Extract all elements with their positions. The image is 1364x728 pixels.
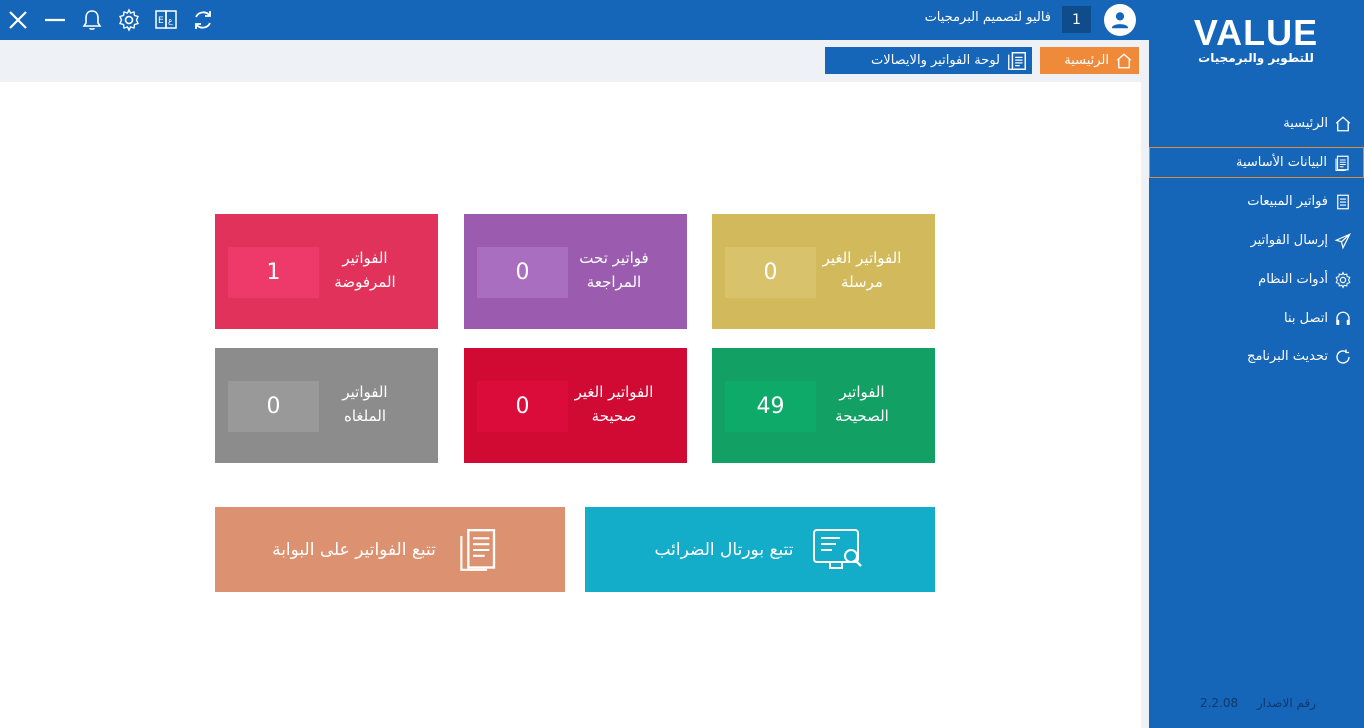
- sidebar-item-send-invoices[interactable]: إرسال الفواتير: [1149, 225, 1364, 256]
- sidebar-item-contact-us[interactable]: اتصل بنا: [1149, 303, 1364, 334]
- tile-label: الفواتير الملغاه: [342, 383, 388, 425]
- avatar[interactable]: [1104, 4, 1136, 36]
- document-icon: [1335, 155, 1349, 171]
- sidebar-item-label: اتصل بنا: [1284, 311, 1328, 326]
- invoice-icon: [1337, 194, 1349, 209]
- track-tax-portal-button[interactable]: تتبع بورتال الضرائب: [585, 507, 935, 592]
- svg-text:ع: ع: [168, 16, 173, 25]
- tile-label: الفواتير الصحيحة: [835, 383, 889, 425]
- company-name: فاليو لتصميم البرمجيات: [924, 10, 1051, 25]
- tile-count: 0: [477, 381, 568, 432]
- tile-count: 49: [725, 381, 816, 432]
- language-icon[interactable]: Eع: [152, 6, 180, 34]
- tab-dashboard[interactable]: لوحة الفواتير والايصالات: [825, 47, 1032, 74]
- tile-count: 1: [228, 247, 319, 298]
- bell-icon[interactable]: [78, 6, 106, 34]
- receipt-icon: [460, 528, 496, 571]
- sidebar-item-home[interactable]: الرئيسية: [1149, 108, 1364, 139]
- button-label: تتبع الفواتير على البوابة: [272, 539, 436, 560]
- sidebar-item-sales-invoices[interactable]: فواتير المبيعات: [1149, 186, 1364, 217]
- tile-invalid-invoices[interactable]: الفواتير الغير صحيحة 0: [464, 348, 687, 463]
- tile-under-review-invoices[interactable]: فواتير تحت المراجعة 0: [464, 214, 687, 329]
- logo: VALUE: [1193, 12, 1319, 53]
- tile-label: الفواتير الغير صحيحة: [574, 383, 654, 425]
- gear-icon[interactable]: [115, 6, 143, 34]
- tab-home[interactable]: الرئيسية: [1040, 47, 1139, 74]
- refresh-icon[interactable]: [189, 6, 217, 34]
- tile-unsent-invoices[interactable]: الفواتير الغير مرسلة 0: [712, 214, 935, 329]
- home-icon: [1116, 52, 1132, 68]
- tile-rejected-invoices[interactable]: الفواتير المرفوضة 1: [215, 214, 438, 329]
- tab-label: لوحة الفواتير والايصالات: [871, 53, 1000, 68]
- send-icon: [1334, 232, 1352, 249]
- tile-label: الفواتير المرفوضة: [334, 249, 396, 291]
- tile-label: فواتير تحت المراجعة: [579, 249, 649, 291]
- headset-icon: [1336, 311, 1350, 325]
- svg-text:E: E: [158, 16, 164, 26]
- sidebar-item-label: إرسال الفواتير: [1250, 233, 1328, 248]
- refresh-icon: [1336, 349, 1350, 364]
- minimize-icon[interactable]: [41, 6, 69, 34]
- track-gateway-button[interactable]: تتبع الفواتير على البوابة: [215, 507, 565, 592]
- tile-count: 0: [477, 247, 568, 298]
- version-label: رقم الاصدار: [1256, 696, 1316, 710]
- receipt-icon: [1008, 51, 1026, 70]
- sidebar-item-label: البيانات الأساسية: [1236, 155, 1327, 170]
- logo-subtitle: للتطوير والبرمجيات: [1198, 51, 1314, 65]
- tile-cancelled-invoices[interactable]: الفواتير الملغاه 0: [215, 348, 438, 463]
- tile-count: 0: [725, 247, 816, 298]
- user-count-badge: 1: [1062, 6, 1091, 33]
- tile-count: 0: [228, 381, 319, 432]
- version-number: 2.2.08: [1200, 696, 1239, 710]
- sidebar-item-label: الرئيسية: [1283, 116, 1328, 131]
- content-divider: [1141, 82, 1149, 728]
- home-icon: [1335, 115, 1351, 131]
- sidebar-item-update[interactable]: تحديث البرنامج: [1149, 341, 1364, 372]
- sidebar-item-label: تحديث البرنامج: [1247, 349, 1328, 364]
- monitor-search-icon: [812, 528, 862, 569]
- button-label: تتبع بورتال الضرائب: [654, 539, 794, 560]
- tile-label: الفواتير الغير مرسلة: [822, 249, 902, 291]
- sidebar-item-system-tools[interactable]: أدوات النظام: [1149, 264, 1364, 295]
- user-icon: [1111, 12, 1129, 29]
- tile-valid-invoices[interactable]: الفواتير الصحيحة 49: [712, 348, 935, 463]
- sidebar-item-label: أدوات النظام: [1258, 272, 1328, 287]
- close-icon[interactable]: [4, 6, 32, 34]
- sidebar-item-basic-data[interactable]: البيانات الأساسية: [1149, 147, 1364, 178]
- sidebar-item-label: فواتير المبيعات: [1247, 194, 1328, 209]
- tab-label: الرئيسية: [1064, 53, 1109, 68]
- gear-icon: [1335, 270, 1351, 289]
- version-info: 2.2.08 رقم الاصدار: [1200, 696, 1316, 710]
